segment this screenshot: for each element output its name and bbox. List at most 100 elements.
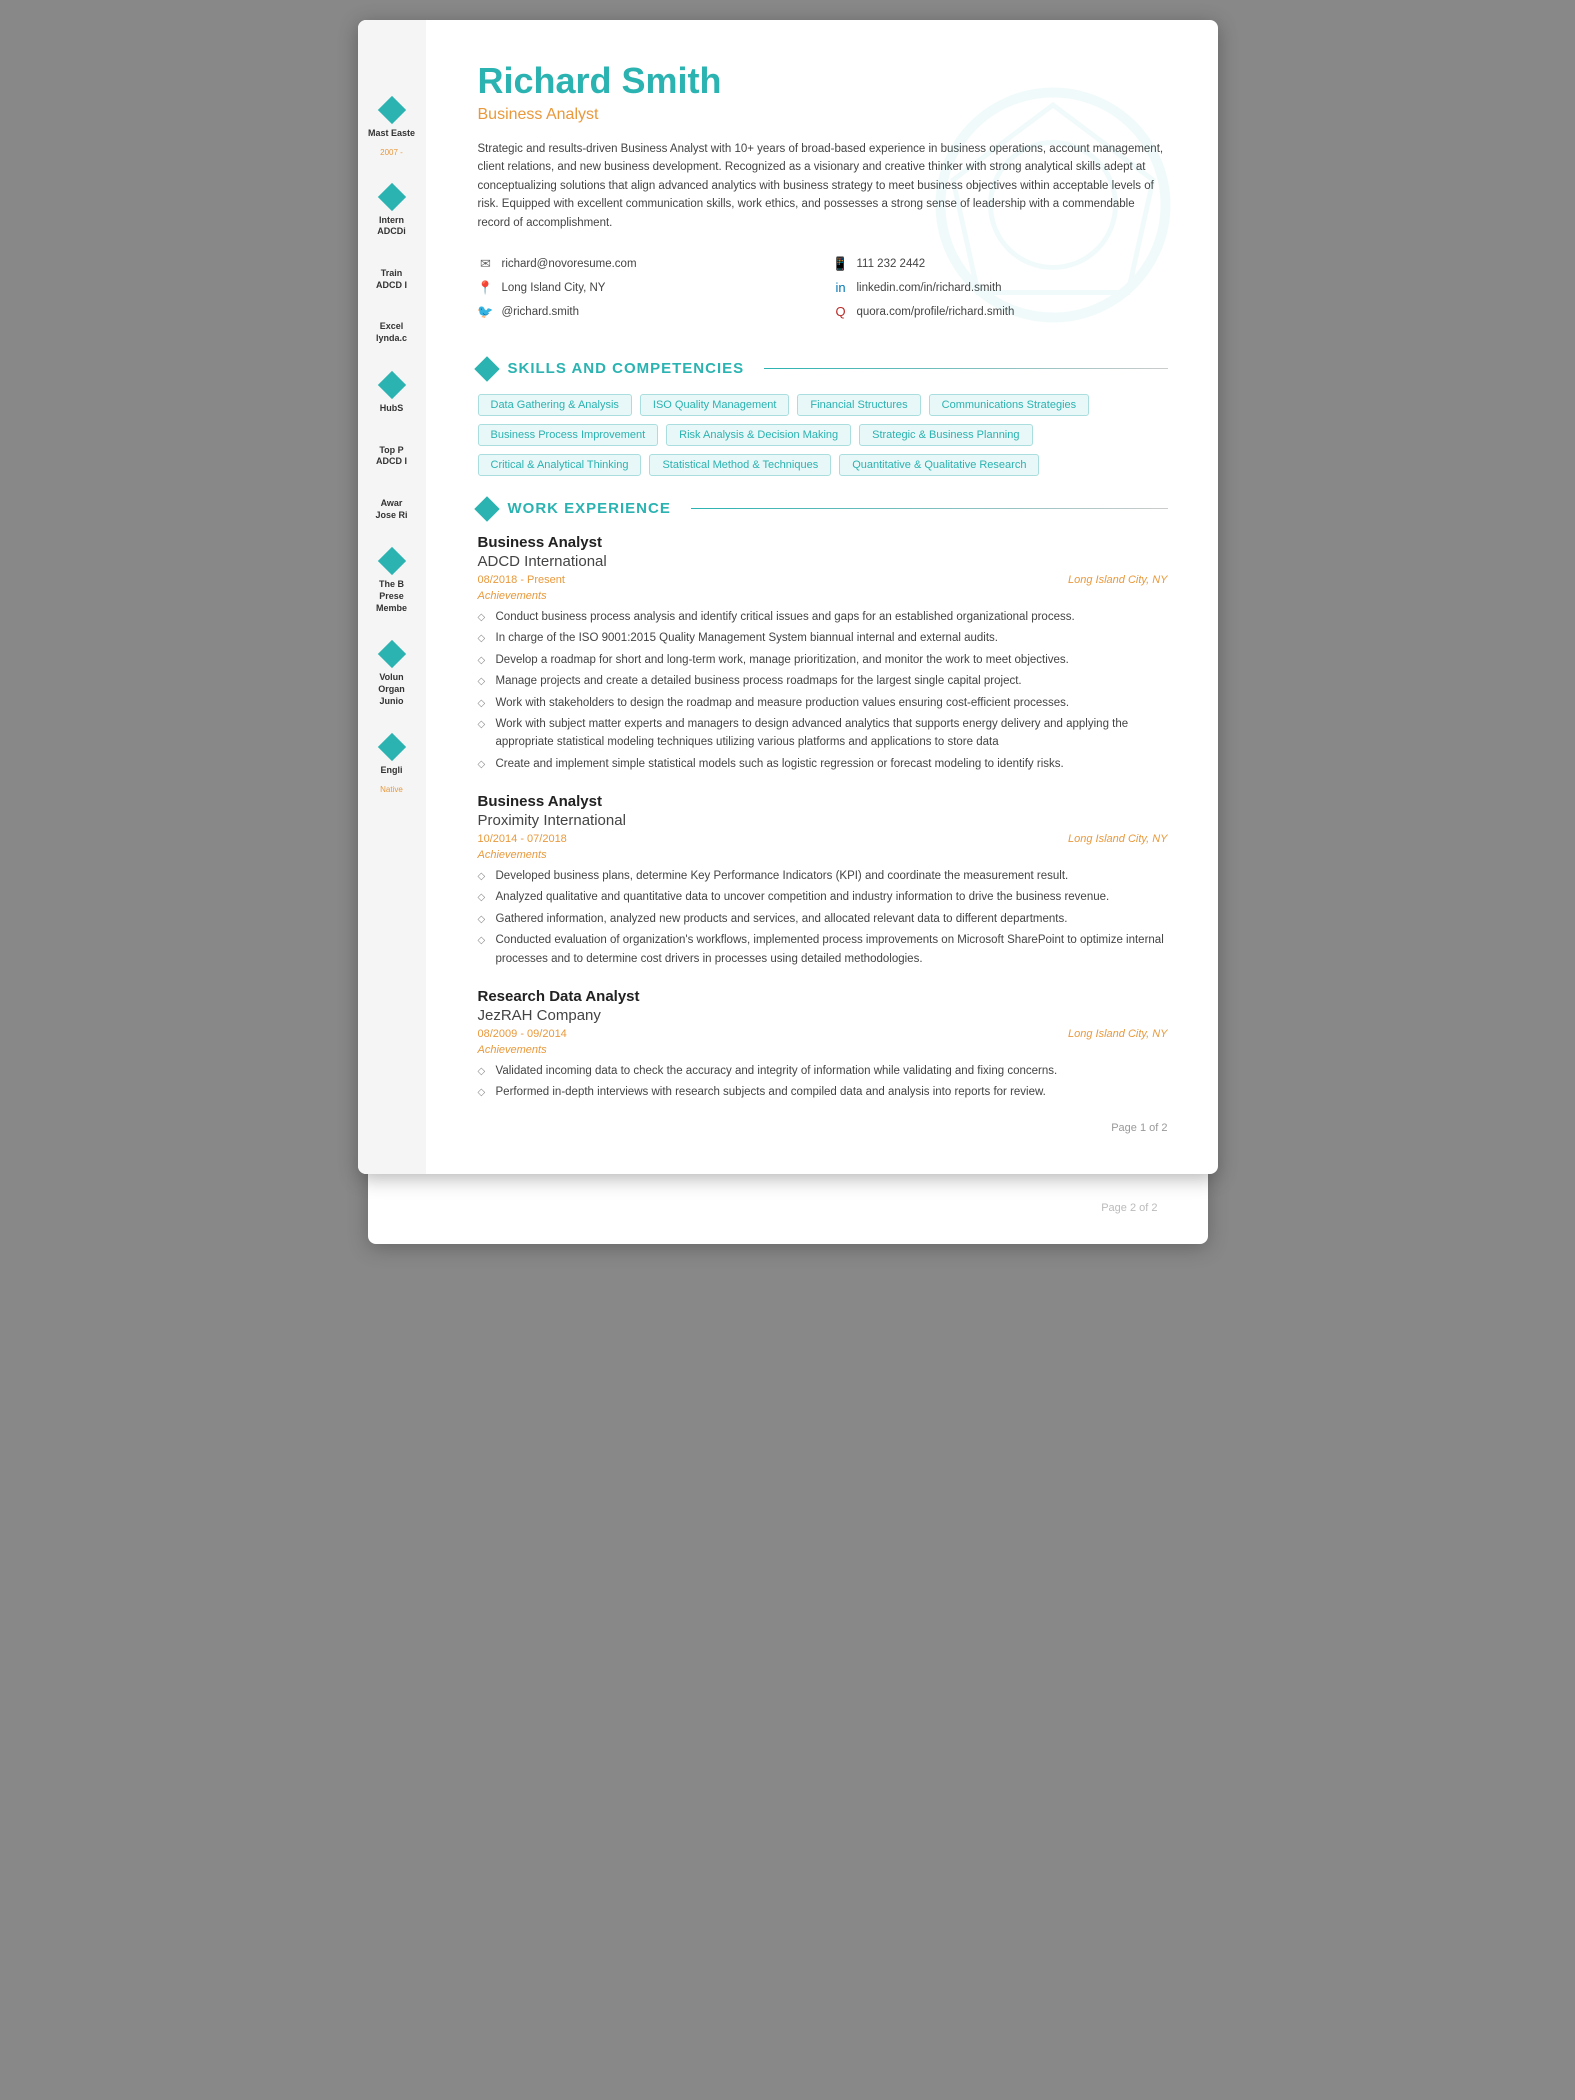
- job-title-0: Business Analyst: [478, 534, 1168, 551]
- location-value: Long Island City, NY: [502, 282, 606, 294]
- sidebar-item-7: AwarJose Ri: [358, 498, 426, 521]
- job-entry-2: Research Data Analyst JezRAH Company 08/…: [478, 988, 1168, 1102]
- sidebar-label-8: The BPreseMembe: [376, 579, 407, 614]
- skill-tag-2: Financial Structures: [797, 394, 920, 416]
- contact-location: 📍 Long Island City, NY: [478, 280, 813, 296]
- sidebar-label-1: Mast Easte: [368, 128, 415, 140]
- job-title-1: Business Analyst: [478, 793, 1168, 810]
- sidebar-label-3: TrainADCD I: [376, 268, 407, 291]
- sidebar-label-4: Excellynda.c: [376, 321, 407, 344]
- sidebar-item-2: InternADCDi: [358, 187, 426, 238]
- resume-header: Richard Smith Business Analyst Strategic…: [478, 60, 1168, 232]
- achievements-label-2: Achievements: [478, 1044, 1168, 1056]
- skills-section-diamond: [474, 356, 499, 381]
- sidebar-label-6: Top PADCD I: [376, 445, 407, 468]
- contact-email: ✉ richard@novoresume.com: [478, 256, 813, 272]
- bullet-2-0: Validated incoming data to check the acc…: [478, 1062, 1168, 1080]
- sidebar-label-2: InternADCDi: [377, 215, 406, 238]
- skill-tag-4: Business Process Improvement: [478, 424, 659, 446]
- quora-icon: Q: [833, 304, 849, 320]
- job-bullets-2: Validated incoming data to check the acc…: [478, 1062, 1168, 1102]
- job-entry-1: Business Analyst Proximity International…: [478, 793, 1168, 968]
- sidebar-label-10: Engli: [381, 765, 403, 777]
- job-company-1: Proximity International: [478, 812, 1168, 829]
- contact-twitter: 🐦 @richard.smith: [478, 304, 813, 320]
- sidebar-item-6: Top PADCD I: [358, 445, 426, 468]
- experience-section-title: WORK EXPERIENCE: [508, 500, 671, 517]
- job-title-2: Research Data Analyst: [478, 988, 1168, 1005]
- location-icon: 📍: [478, 280, 494, 296]
- sidebar-diamond-2: [377, 183, 405, 211]
- sidebar-item-5: HubS: [358, 375, 426, 415]
- twitter-value: @richard.smith: [502, 306, 580, 318]
- bullet-0-0: Conduct business process analysis and id…: [478, 608, 1168, 626]
- job-date-0: 08/2018 - Present: [478, 574, 565, 586]
- linkedin-value: linkedin.com/in/richard.smith: [857, 282, 1002, 294]
- bullet-0-2: Develop a roadmap for short and long-ter…: [478, 651, 1168, 669]
- page-number-1: Page 1 of 2: [478, 1122, 1168, 1134]
- job-meta-0: 08/2018 - Present Long Island City, NY: [478, 574, 1168, 586]
- skill-tag-3: Communications Strategies: [929, 394, 1090, 416]
- bullet-1-1: Analyzed qualitative and quantitative da…: [478, 888, 1168, 906]
- experience-section-line: [691, 508, 1168, 509]
- contact-phone: 📱 111 232 2442: [833, 256, 1168, 272]
- email-value: richard@novoresume.com: [502, 258, 637, 270]
- phone-value: 111 232 2442: [857, 258, 926, 270]
- job-location-0: Long Island City, NY: [1068, 574, 1167, 586]
- sidebar-diamond-8: [377, 547, 405, 575]
- sidebar-label-9: VolunOrganJunio: [378, 672, 405, 707]
- contact-quora: Q quora.com/profile/richard.smith: [833, 304, 1168, 320]
- sidebar-diamond-10: [377, 733, 405, 761]
- bullet-0-3: Manage projects and create a detailed bu…: [478, 672, 1168, 690]
- skills-section-title: SKILLS AND COMPETENCIES: [508, 360, 745, 377]
- sidebar-subtext-10: Native: [380, 785, 403, 794]
- sidebar-item-3: TrainADCD I: [358, 268, 426, 291]
- resume-wrapper: Mast Easte 2007 - InternADCDi TrainADCD …: [338, 20, 1238, 1244]
- job-date-1: 10/2014 - 07/2018: [478, 833, 567, 845]
- skill-tag-9: Quantitative & Qualitative Research: [839, 454, 1039, 476]
- skill-tag-7: Critical & Analytical Thinking: [478, 454, 642, 476]
- sidebar-diamond-1: [377, 96, 405, 124]
- skill-tag-6: Strategic & Business Planning: [859, 424, 1032, 446]
- experience-section-diamond: [474, 496, 499, 521]
- candidate-title: Business Analyst: [478, 106, 1168, 124]
- candidate-name: Richard Smith: [478, 60, 1168, 102]
- achievements-label-0: Achievements: [478, 590, 1168, 602]
- twitter-icon: 🐦: [478, 304, 494, 320]
- main-content: Richard Smith Business Analyst Strategic…: [478, 60, 1168, 1134]
- sidebar-item-9: VolunOrganJunio: [358, 644, 426, 707]
- contact-linkedin: in linkedin.com/in/richard.smith: [833, 280, 1168, 296]
- bullet-0-6: Create and implement simple statistical …: [478, 755, 1168, 773]
- skills-container: Data Gathering & Analysis ISO Quality Ma…: [478, 394, 1168, 476]
- sidebar-diamond-5: [377, 371, 405, 399]
- sidebar-item-4: Excellynda.c: [358, 321, 426, 344]
- job-company-0: ADCD International: [478, 553, 1168, 570]
- job-bullets-1: Developed business plans, determine Key …: [478, 867, 1168, 968]
- skill-tag-8: Statistical Method & Techniques: [649, 454, 831, 476]
- job-entry-0: Business Analyst ADCD International 08/2…: [478, 534, 1168, 773]
- job-company-2: JezRAH Company: [478, 1007, 1168, 1024]
- sidebar-item-10: Engli Native: [358, 737, 426, 794]
- page-number-2: Page 2 of 2: [1101, 1202, 1157, 1214]
- achievements-label-1: Achievements: [478, 849, 1168, 861]
- bullet-0-1: In charge of the ISO 9001:2015 Quality M…: [478, 629, 1168, 647]
- job-meta-1: 10/2014 - 07/2018 Long Island City, NY: [478, 833, 1168, 845]
- skill-tag-1: ISO Quality Management: [640, 394, 790, 416]
- sidebar-label-7: AwarJose Ri: [375, 498, 407, 521]
- sidebar-diamond-9: [377, 640, 405, 668]
- bullet-0-5: Work with subject matter experts and man…: [478, 715, 1168, 752]
- sidebar-item-1: Mast Easte 2007 -: [358, 100, 426, 157]
- resume-page-2: Page 2 of 2: [368, 1164, 1208, 1244]
- job-meta-2: 08/2009 - 09/2014 Long Island City, NY: [478, 1028, 1168, 1040]
- bullet-1-2: Gathered information, analyzed new produ…: [478, 910, 1168, 928]
- job-date-2: 08/2009 - 09/2014: [478, 1028, 567, 1040]
- job-bullets-0: Conduct business process analysis and id…: [478, 608, 1168, 773]
- email-icon: ✉: [478, 256, 494, 272]
- experience-section-header: WORK EXPERIENCE: [478, 500, 1168, 518]
- skill-tag-0: Data Gathering & Analysis: [478, 394, 632, 416]
- bullet-1-0: Developed business plans, determine Key …: [478, 867, 1168, 885]
- skills-section-header: SKILLS AND COMPETENCIES: [478, 360, 1168, 378]
- phone-icon: 📱: [833, 256, 849, 272]
- skills-section-line: [764, 368, 1167, 369]
- job-location-1: Long Island City, NY: [1068, 833, 1167, 845]
